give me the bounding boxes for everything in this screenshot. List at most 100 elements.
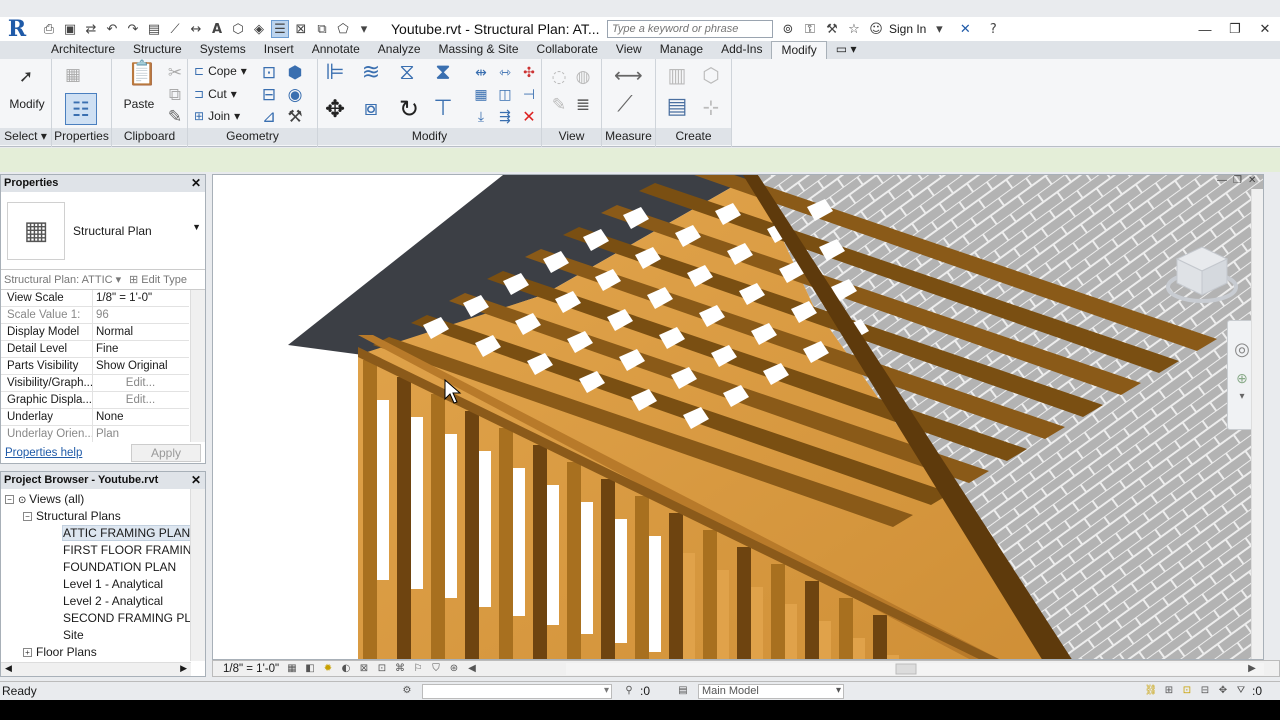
print-icon[interactable]: ▤ <box>145 20 163 38</box>
cut-geometry-button[interactable]: ⊐ Cut ▾ <box>194 87 237 101</box>
property-row[interactable]: Visibility/Graph... Edit... <box>1 375 189 392</box>
select-pinned-icon[interactable]: ⊡ <box>1180 684 1194 698</box>
rotate-icon[interactable]: ↻ <box>398 97 420 121</box>
properties-scrollbar[interactable] <box>190 290 205 442</box>
linework-icon[interactable]: ✎ <box>548 95 570 115</box>
3d-view-icon[interactable]: ⬡ <box>229 20 247 38</box>
property-row[interactable]: Scale Value 1: 96 <box>1 307 189 324</box>
shadows-icon[interactable]: ◐ <box>339 662 353 676</box>
pin-icon[interactable]: ⊣ <box>518 85 540 105</box>
split-gap-icon[interactable]: ⇿ <box>494 63 516 83</box>
design-options-icon[interactable]: ⚲ <box>622 684 636 698</box>
graphics-icon[interactable]: ≣ <box>572 95 594 115</box>
override-icon[interactable]: ◍ <box>572 67 594 87</box>
measure-distance-icon[interactable]: ⟷ <box>614 65 643 85</box>
browser-item[interactable]: − ⊙ Views (all) <box>1 491 205 508</box>
detail-level-icon[interactable]: ▦ <box>285 662 299 676</box>
close-hidden-icon[interactable]: ⊠ <box>292 20 310 38</box>
collapse-icon[interactable]: − <box>23 512 32 522</box>
switch-windows-icon[interactable]: ⧉ <box>313 20 331 38</box>
highlight-displacement-icon[interactable]: ⊛ <box>447 662 461 676</box>
cope-button[interactable]: ⊏ Cope ▾ <box>194 64 247 78</box>
join-button[interactable]: ⊞ Join ▾ <box>194 109 240 123</box>
filter-icon[interactable]: ⛛ <box>1234 684 1248 698</box>
close-icon[interactable]: ✕ <box>191 175 201 192</box>
binoculars-icon[interactable]: ⊚ <box>779 20 797 38</box>
editing-requests-icon[interactable]: ▤ <box>676 684 690 698</box>
property-value[interactable]: 1/8" = 1'-0" <box>93 290 185 306</box>
select-links-icon[interactable]: ⛓ <box>1144 684 1158 698</box>
property-value[interactable]: 96 <box>93 307 185 323</box>
select-face-icon[interactable]: ⊟ <box>1198 684 1212 698</box>
viewport-vscroll[interactable] <box>1251 189 1263 659</box>
unpin-icon[interactable]: ✣ <box>518 63 540 83</box>
app-menu-button[interactable]: R <box>0 16 34 42</box>
temp-hide-icon[interactable]: ⌘ <box>393 662 407 676</box>
browser-item[interactable]: ATTIC FRAMING PLAN <box>1 525 205 542</box>
array-icon[interactable]: ▦ <box>470 85 492 105</box>
tab-architecture[interactable]: Architecture <box>42 41 124 59</box>
show-crop-icon[interactable]: ⊡ <box>375 662 389 676</box>
tab-view[interactable]: View <box>607 41 651 59</box>
sun-path-icon[interactable]: ✹ <box>321 662 335 676</box>
browser-item[interactable]: Level 1 - Analytical <box>1 576 205 593</box>
tab-manage[interactable]: Manage <box>651 41 712 59</box>
undo-icon[interactable]: ↶ <box>103 20 121 38</box>
drag-elements-icon[interactable]: ✥ <box>1216 684 1230 698</box>
select-underlay-icon[interactable]: ⊞ <box>1162 684 1176 698</box>
cut-clipboard-icon[interactable]: ✂ <box>164 63 186 83</box>
scroll-right-icon[interactable]: ▶ <box>1245 662 1259 676</box>
property-edit-button[interactable]: Edit... <box>93 375 185 391</box>
properties-help-link[interactable]: Properties help <box>5 447 82 459</box>
trim-extend-icon[interactable]: ⤓ <box>470 107 492 127</box>
communication-icon[interactable]: ⚒ <box>823 20 841 38</box>
scroll-left-icon[interactable]: ◀ <box>465 662 479 676</box>
trim-multiple-icon[interactable]: ⇶ <box>494 107 516 127</box>
properties-icon[interactable]: ☷ <box>65 93 97 125</box>
trim-icon[interactable]: ⊤ <box>432 98 454 120</box>
move-icon[interactable]: ✥ <box>324 97 346 121</box>
paste-icon[interactable]: 📋 <box>127 61 157 85</box>
search-input[interactable] <box>607 20 773 38</box>
thin-lines-icon[interactable]: ☰ <box>271 20 289 38</box>
ribbon-minimize-icon[interactable]: ▭ ▾ <box>827 41 866 59</box>
qat-dropdown-icon[interactable]: ▾ <box>355 20 373 38</box>
property-row[interactable]: Underlay None <box>1 409 189 426</box>
offset-icon[interactable]: ≋ <box>360 62 382 84</box>
aligned-dimension-icon[interactable]: ⟋ <box>614 94 636 116</box>
property-value[interactable]: Normal <box>93 324 185 340</box>
browser-item[interactable]: FOUNDATION PLAN <box>1 559 205 576</box>
drawing-area[interactable]: — ❐ ✕ ◎ ⊕ ▾ <box>212 174 1264 660</box>
redo-icon[interactable]: ↷ <box>124 20 142 38</box>
unjoin-icon[interactable]: ⊟ <box>258 85 280 105</box>
property-row[interactable]: Underlay Orien... Plan <box>1 426 189 442</box>
copy-element-icon[interactable]: ⧇ <box>360 98 382 120</box>
edit-type-button[interactable]: ⊞ Edit Type <box>123 273 187 286</box>
paste-button[interactable]: Paste <box>118 97 160 111</box>
model-combo[interactable]: Main Model <box>698 683 844 699</box>
viewcube[interactable] <box>1165 237 1239 311</box>
property-row[interactable]: View Scale 1/8" = 1'-0" <box>1 290 189 307</box>
apply-button[interactable]: Apply <box>131 444 201 462</box>
create-assembly-icon[interactable]: ▥ <box>666 65 688 85</box>
sign-in-dropdown-icon[interactable]: ▾ <box>930 20 948 38</box>
browser-item[interactable]: + Floor Plans <box>1 644 205 661</box>
workset-combo[interactable] <box>422 683 612 699</box>
type-selector[interactable]: ▦ Structural Plan ▼ <box>1 192 205 270</box>
tab-collaborate[interactable]: Collaborate <box>528 41 607 59</box>
delete-icon[interactable]: ✕ <box>518 107 540 127</box>
property-value[interactable]: Plan <box>93 426 185 442</box>
reveal-hidden-icon[interactable]: ⚐ <box>411 662 425 676</box>
expand-icon[interactable]: + <box>23 648 32 658</box>
visual-style-icon[interactable]: ◧ <box>303 662 317 676</box>
close-view-icon[interactable]: ✕ <box>1248 175 1256 189</box>
browser-item[interactable]: Site <box>1 627 205 644</box>
demolish-icon[interactable]: ⊿ <box>258 107 280 127</box>
open-icon[interactable]: ⎙ <box>40 20 58 38</box>
tab-massing-site[interactable]: Massing & Site <box>430 41 528 59</box>
collapse-icon[interactable]: − <box>5 495 14 505</box>
select-dropdown[interactable]: Select ▾ <box>0 128 51 145</box>
browser-item[interactable]: SECOND FRAMING PLAN <box>1 610 205 627</box>
browser-item[interactable]: Level 2 - Analytical <box>1 593 205 610</box>
browser-vscroll[interactable] <box>190 489 205 661</box>
